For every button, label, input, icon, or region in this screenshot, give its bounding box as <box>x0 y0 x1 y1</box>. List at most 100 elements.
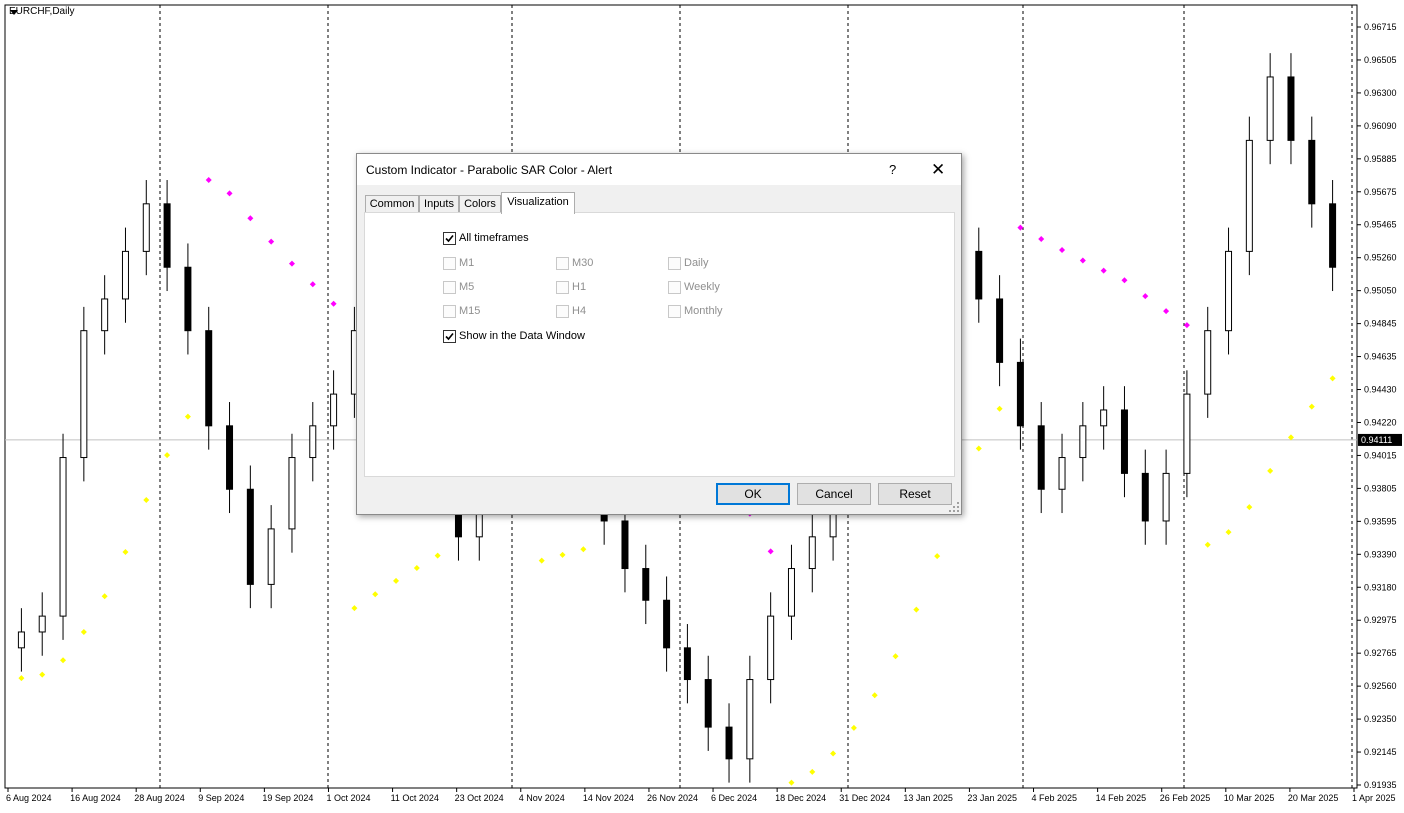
candle-body <box>142 203 150 252</box>
candle-body <box>1079 425 1087 459</box>
price-tick-label: 0.95885 <box>1364 154 1397 164</box>
candle-body <box>1204 330 1212 395</box>
candle-body <box>59 457 67 617</box>
help-button[interactable]: ? <box>889 162 896 177</box>
resize-grip-icon[interactable] <box>949 502 959 512</box>
price-tick-label: 0.95050 <box>1364 286 1397 296</box>
tab-colors[interactable]: Colors <box>459 195 501 213</box>
candle-body <box>975 250 983 300</box>
candle-body <box>1245 139 1253 252</box>
candle-body <box>1287 76 1295 141</box>
candle-body <box>1016 361 1024 427</box>
monthly-checkbox[interactable] <box>668 305 681 318</box>
tab-common[interactable]: Common <box>365 195 419 213</box>
data-window-checkbox[interactable] <box>443 330 456 343</box>
dialog-titlebar[interactable]: Custom Indicator - Parabolic SAR Color -… <box>357 154 961 185</box>
candle-body <box>184 266 192 332</box>
date-tick-label: 14 Nov 2024 <box>583 793 634 803</box>
candle-body <box>17 631 25 649</box>
tab-inputs[interactable]: Inputs <box>419 195 459 213</box>
h4-checkbox[interactable] <box>556 305 569 318</box>
daily-checkbox[interactable] <box>668 257 681 270</box>
candle-body <box>642 568 650 601</box>
price-tick-label: 0.92765 <box>1364 648 1397 658</box>
visualization-panel: All timeframes M1 M30 Daily M5 H1 Weekly… <box>364 212 955 477</box>
candle-body <box>80 330 88 459</box>
sar-dot <box>60 657 67 664</box>
price-tick-label: 0.94635 <box>1364 352 1397 362</box>
date-tick-label: 16 Aug 2024 <box>70 793 121 803</box>
price-tick-label: 0.93180 <box>1364 582 1397 592</box>
m15-checkbox[interactable] <box>443 305 456 318</box>
sar-dot <box>226 190 233 197</box>
sar-dot <box>1267 467 1274 474</box>
date-tick-label: 19 Sep 2024 <box>262 793 313 803</box>
price-tick-label: 0.92350 <box>1364 714 1397 724</box>
date-tick-label: 13 Jan 2025 <box>903 793 953 803</box>
sar-dot <box>830 750 837 757</box>
date-tick-label: 28 Aug 2024 <box>134 793 185 803</box>
candle-body <box>226 425 234 490</box>
price-tick-label: 0.95260 <box>1364 253 1397 263</box>
sar-dot <box>892 653 899 660</box>
candle-body <box>683 647 691 681</box>
h1-checkbox[interactable] <box>556 281 569 294</box>
candle-body <box>1141 472 1149 522</box>
m5-label: M5 <box>459 281 475 293</box>
candle-body <box>1120 409 1128 474</box>
date-tick-label: 10 Mar 2025 <box>1224 793 1275 803</box>
price-tick-label: 0.92975 <box>1364 615 1397 625</box>
daily-label: Daily <box>684 257 709 269</box>
sar-dot <box>1121 277 1128 284</box>
date-tick-label: 6 Dec 2024 <box>711 793 757 803</box>
sar-dot <box>80 628 87 635</box>
sar-dot <box>393 577 400 584</box>
candle-body <box>205 330 213 427</box>
price-tick-label: 0.92560 <box>1364 681 1397 691</box>
price-tick-label: 0.91935 <box>1364 780 1397 790</box>
ok-button[interactable]: OK <box>716 483 790 505</box>
sar-dot <box>809 768 816 775</box>
reset-button[interactable]: Reset <box>878 483 952 505</box>
weekly-label: Weekly <box>684 281 720 293</box>
price-tick-label: 0.94220 <box>1364 417 1397 427</box>
price-tick-label: 0.95675 <box>1364 187 1397 197</box>
sar-dot <box>18 675 25 682</box>
all-timeframes-checkbox[interactable] <box>443 232 456 245</box>
tab-visualization[interactable]: Visualization <box>501 192 575 214</box>
sar-dot <box>434 552 441 559</box>
sar-dot <box>850 724 857 731</box>
candle-body <box>808 536 816 570</box>
sar-dot <box>1329 375 1336 382</box>
candle-body <box>663 599 671 649</box>
sar-dot <box>39 671 46 678</box>
dialog-title: Custom Indicator - Parabolic SAR Color -… <box>366 163 613 177</box>
sar-dot <box>268 238 275 245</box>
date-tick-label: 4 Nov 2024 <box>519 793 565 803</box>
m30-checkbox[interactable] <box>556 257 569 270</box>
sar-dot <box>788 779 795 786</box>
sar-dot <box>871 692 878 699</box>
sar-dot <box>1246 504 1253 511</box>
sar-dot <box>164 452 171 459</box>
date-tick-label: 26 Feb 2025 <box>1160 793 1211 803</box>
candle-body <box>246 488 254 585</box>
candle-body <box>787 568 795 617</box>
candle-body <box>309 425 317 459</box>
m1-checkbox[interactable] <box>443 257 456 270</box>
candle-body <box>621 520 629 570</box>
date-tick-label: 31 Dec 2024 <box>839 793 890 803</box>
cancel-button[interactable]: Cancel <box>797 483 871 505</box>
sar-dot <box>559 551 566 558</box>
candle-body <box>163 203 171 268</box>
candle-body <box>704 679 712 728</box>
sar-dot <box>372 591 379 598</box>
price-tick-label: 0.94430 <box>1364 385 1397 395</box>
date-tick-label: 23 Jan 2025 <box>967 793 1017 803</box>
weekly-checkbox[interactable] <box>668 281 681 294</box>
candle-body <box>1162 472 1170 522</box>
close-icon[interactable]: ✕ <box>931 160 945 180</box>
price-tick-label: 0.92145 <box>1364 747 1397 757</box>
m5-checkbox[interactable] <box>443 281 456 294</box>
date-tick-label: 6 Aug 2024 <box>6 793 52 803</box>
